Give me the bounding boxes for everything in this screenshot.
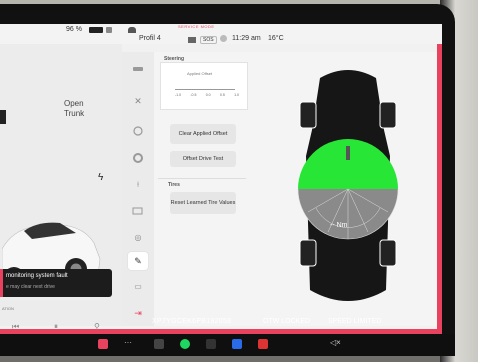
outside-temperature: 16°C [268, 35, 284, 42]
nav-item-tools[interactable]: ✕ [128, 92, 148, 110]
tick-label: -1.0 [175, 93, 182, 97]
nav-item-steering[interactable] [128, 122, 148, 140]
wrench-icon: ✕ [134, 95, 142, 106]
otw-locked-label: OTW LOCKED [263, 318, 311, 325]
battery-percent: 96 % [66, 26, 82, 33]
tick-label: 0.0 [205, 93, 211, 97]
trunk-label-trunk: Trunk [64, 109, 85, 118]
battery-icon [89, 27, 103, 33]
previous-track-icon[interactable]: ⏮ [12, 322, 19, 332]
airbag-icon [220, 35, 227, 42]
steering-wheel-icon [133, 126, 143, 136]
section-divider [158, 178, 246, 179]
car-topdown-diagram [297, 70, 399, 301]
trunk-indicator [0, 110, 6, 124]
media-app-icon[interactable] [154, 339, 164, 349]
spotify-icon[interactable] [180, 339, 190, 349]
car-icon [133, 67, 143, 71]
steering-offset-card: Applied Offset -1.0 -0.5 0.0 0.5 1.0 [160, 62, 248, 110]
nav-item-vehicle[interactable] [128, 60, 148, 78]
profile-icon [128, 27, 136, 33]
nav-item-suspension[interactable]: ⍿ [128, 176, 148, 194]
panel-bottom-label: ATION [2, 306, 14, 311]
charge-bolt-icon: ϟ [98, 172, 104, 183]
nav-item-brakes[interactable]: ◎ [128, 228, 148, 246]
taskbar: ··· ◁× [0, 334, 455, 356]
tires-title: Tires [168, 182, 180, 188]
battery-icon [132, 207, 143, 215]
nav-item-logs[interactable]: ▭ [128, 277, 148, 295]
reset-learned-tire-values-button[interactable]: Reset Learned Tire Values [170, 192, 236, 214]
steering-ticks: -1.0 -0.5 0.0 0.5 1.0 [175, 93, 239, 97]
service-content: Steering Applied Offset -1.0 -0.5 0.0 0.… [154, 52, 437, 326]
brake-icon: ◎ [134, 232, 142, 242]
status-topbar: SERVICE MODE 96 % Profil 4 SOS 11:29 am … [0, 24, 442, 44]
clock: 11:29 am [232, 35, 261, 42]
service-mode-label: SERVICE MODE [178, 24, 215, 29]
steering-scale-axis [175, 89, 235, 90]
service-nav: ✕ ⍿ ◎ ✎ ▭ ⇥ [122, 52, 154, 326]
dashcam-icon[interactable] [206, 339, 216, 349]
lock-icon [106, 27, 112, 33]
offset-drive-test-button[interactable]: Offset Drive Test [170, 151, 236, 167]
nav-item-battery[interactable] [128, 202, 148, 220]
alert-subtitle: e may clear next drive [6, 284, 55, 290]
toybox-icon[interactable] [258, 339, 268, 349]
tire-icon [133, 153, 143, 163]
speed-limited-label: SPEED LIMITED [328, 318, 382, 325]
profile-name[interactable]: Profil 4 [139, 35, 161, 42]
messages-icon[interactable] [232, 339, 242, 349]
pencil-icon: ✎ [134, 255, 142, 266]
car-status-panel: Open Trunk ϟ monitoring system fault e m… [0, 44, 122, 331]
suspension-icon: ⍿ [136, 180, 140, 189]
search-icon[interactable]: ⚲ [94, 322, 100, 331]
service-app-icon[interactable] [98, 339, 108, 349]
tick-label: -0.5 [190, 93, 197, 97]
service-status-bar: XP7YGCEK6PB192058 OTW LOCKED SPEED LIMIT… [140, 316, 437, 329]
garage-icon [188, 37, 196, 43]
more-icon[interactable]: ··· [124, 338, 132, 347]
open-trunk-button[interactable]: Open Trunk [64, 99, 84, 119]
trunk-label-open: Open [64, 99, 84, 108]
document-icon: ▭ [134, 281, 142, 291]
sos-badge[interactable]: SOS [200, 36, 217, 44]
volume-mute-icon[interactable]: ◁× [330, 338, 341, 347]
alert-toast[interactable]: monitoring system fault e may clear next… [0, 269, 112, 297]
nav-item-calibration[interactable]: ✎ [128, 252, 148, 270]
steering-chart-caption: Applied Offset [187, 71, 213, 76]
alert-title: monitoring system fault [6, 273, 68, 279]
vin-label: XP7YGCEK6PB192058 [152, 318, 232, 325]
tick-label: 0.5 [219, 93, 225, 97]
alert-accent [0, 269, 3, 297]
pause-icon[interactable]: ⏸ [54, 322, 58, 332]
nav-item-tires[interactable] [128, 149, 148, 167]
torque-readout: -- Nm [330, 222, 348, 229]
tick-label: 1.0 [234, 93, 239, 97]
clear-applied-offset-button[interactable]: Clear Applied Offset [170, 124, 236, 144]
